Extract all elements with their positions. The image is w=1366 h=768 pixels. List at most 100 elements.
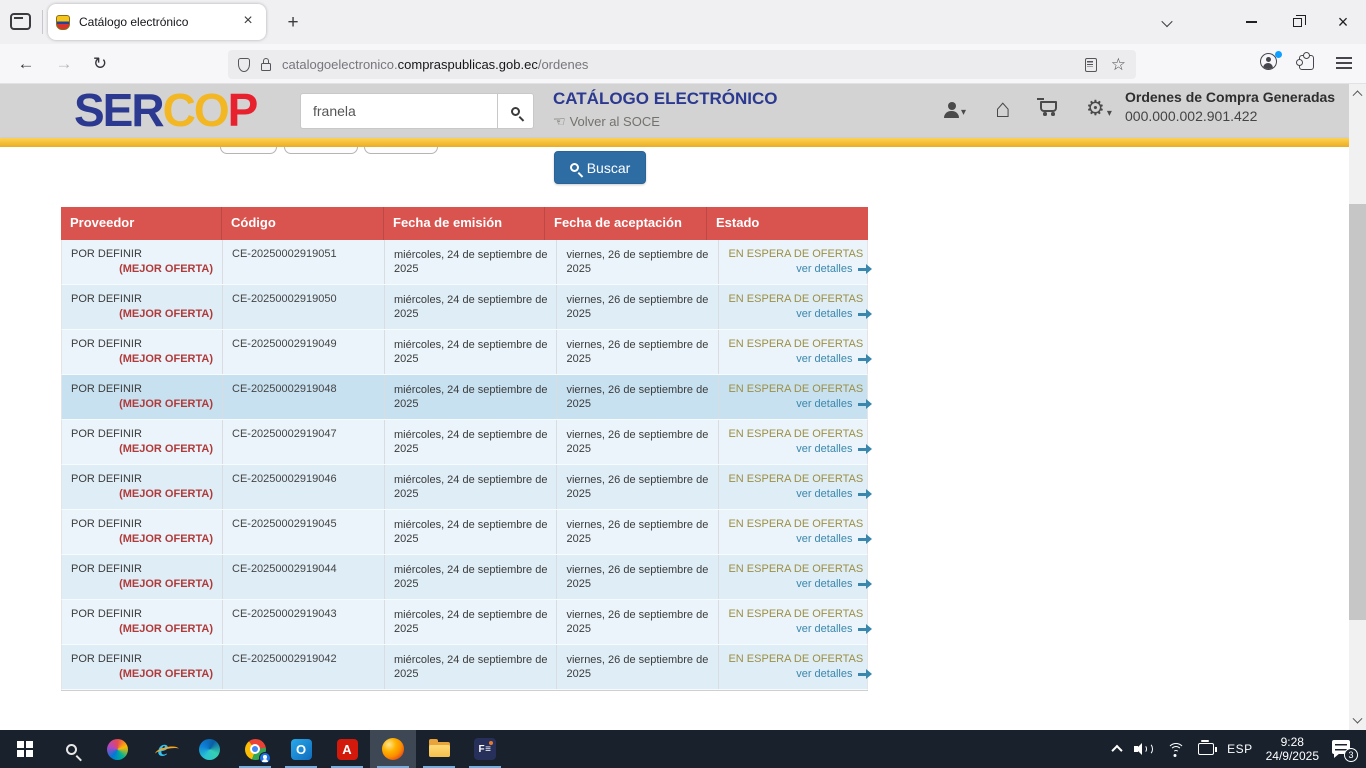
taskbar-edge-button[interactable] — [186, 730, 232, 768]
ver-detalles-link[interactable]: ver detalles — [796, 488, 871, 500]
provider-note: (MEJOR OFERTA) — [119, 623, 213, 635]
volver-al-soce-link[interactable]: ☜Volver al SOCE — [553, 113, 660, 130]
table-row[interactable]: POR DEFINIR(MEJOR OFERTA)CE-202500029190… — [61, 645, 868, 690]
reload-button[interactable]: ↻ — [86, 50, 114, 78]
table-row[interactable]: POR DEFINIR(MEJOR OFERTA)CE-202500029190… — [61, 510, 868, 555]
language-indicator[interactable]: ESP — [1227, 742, 1253, 756]
ver-detalles-link[interactable]: ver detalles — [796, 578, 871, 590]
provider-note: (MEJOR OFERTA) — [119, 578, 213, 590]
user-menu-button[interactable]: ▾ — [944, 102, 966, 118]
table-row[interactable]: POR DEFINIR(MEJOR OFERTA)CE-202500029190… — [61, 555, 868, 600]
volume-icon[interactable] — [1134, 742, 1154, 756]
close-button[interactable]: × — [1320, 0, 1366, 44]
display-connect-icon[interactable] — [1198, 743, 1214, 755]
cart-button[interactable] — [1040, 101, 1057, 117]
forward-button[interactable]: → — [50, 50, 78, 78]
clock[interactable]: 9:28 24/9/2025 — [1266, 735, 1319, 763]
catalog-search-input[interactable] — [300, 93, 497, 129]
ver-detalles-label: ver detalles — [796, 353, 852, 365]
list-all-tabs-button[interactable] — [1150, 10, 1184, 36]
restore-button[interactable] — [1274, 0, 1320, 44]
tab-catalogo-electronico[interactable]: Catálogo electrónico × — [48, 4, 266, 40]
account-button[interactable] — [1260, 53, 1280, 73]
table-row[interactable]: POR DEFINIR(MEJOR OFERTA)CE-202500029190… — [61, 375, 868, 420]
extensions-icon[interactable] — [1299, 55, 1314, 70]
provider-name: POR DEFINIR — [71, 338, 213, 350]
hand-pointer-icon: ☜ — [553, 113, 566, 129]
cutoff-button[interactable] — [364, 147, 438, 154]
ver-detalles-link[interactable]: ver detalles — [796, 263, 871, 275]
ver-detalles-link[interactable]: ver detalles — [796, 623, 871, 635]
wifi-icon[interactable] — [1167, 743, 1185, 756]
back-button[interactable]: ← — [12, 50, 40, 78]
vertical-scrollbar[interactable] — [1349, 84, 1366, 730]
emission-date-cell: miércoles, 24 de septiembre de 2025 — [385, 285, 557, 329]
provider-cell: POR DEFINIR(MEJOR OFERTA) — [62, 375, 223, 419]
arrow-right-icon — [858, 673, 866, 676]
provider-cell: POR DEFINIR(MEJOR OFERTA) — [62, 420, 223, 464]
file-explorer-icon — [429, 742, 450, 757]
reader-mode-icon[interactable] — [1085, 58, 1097, 72]
ver-detalles-link[interactable]: ver detalles — [796, 353, 871, 365]
taskbar-search-button[interactable] — [48, 730, 94, 768]
new-tab-button[interactable]: + — [280, 10, 306, 36]
bookmark-star-icon[interactable]: ☆ — [1111, 56, 1126, 73]
buscar-button[interactable]: Buscar — [554, 151, 646, 184]
order-code: CE-20250002919051 — [232, 248, 375, 260]
taskbar-acrobat-button[interactable]: A — [324, 730, 370, 768]
code-cell: CE-20250002919042 — [223, 645, 385, 689]
status-cell: EN ESPERA DE OFERTASver detalles — [719, 600, 880, 644]
firefox-view-icon[interactable] — [10, 13, 31, 30]
scroll-up-button[interactable] — [1349, 84, 1366, 101]
taskbar-start-button[interactable] — [2, 730, 48, 768]
provider-note: (MEJOR OFERTA) — [119, 488, 213, 500]
column-header-estado: Estado — [707, 207, 868, 240]
catalog-search-button[interactable] — [497, 93, 534, 129]
ver-detalles-link[interactable]: ver detalles — [796, 668, 871, 680]
notification-center-button[interactable]: 3 — [1332, 739, 1356, 759]
taskbar-firefox-button[interactable] — [370, 730, 416, 768]
ver-detalles-link[interactable]: ver detalles — [796, 533, 871, 545]
table-row[interactable]: POR DEFINIR(MEJOR OFERTA)CE-202500029190… — [61, 420, 868, 465]
column-header-fecha-aceptacion: Fecha de aceptación — [545, 207, 707, 240]
tracking-shield-icon[interactable] — [238, 58, 250, 72]
taskbar-file-explorer-button[interactable] — [416, 730, 462, 768]
cutoff-button[interactable] — [284, 147, 358, 154]
table-row[interactable]: POR DEFINIR(MEJOR OFERTA)CE-202500029190… — [61, 600, 868, 645]
orders-number: 000.000.002.901.422 — [1125, 108, 1340, 124]
table-row[interactable]: POR DEFINIR(MEJOR OFERTA)CE-202500029190… — [61, 465, 868, 510]
acceptance-date: viernes, 26 de septiembre de 2025 — [566, 338, 709, 366]
scroll-down-button[interactable] — [1349, 713, 1366, 730]
order-code: CE-20250002919049 — [232, 338, 375, 350]
menu-icon[interactable] — [1336, 57, 1352, 69]
ver-detalles-link[interactable]: ver detalles — [796, 398, 871, 410]
emission-date-cell: miércoles, 24 de septiembre de 2025 — [385, 600, 557, 644]
table-row[interactable]: POR DEFINIR(MEJOR OFERTA)CE-202500029190… — [61, 330, 868, 375]
taskbar-outlook-button[interactable]: O — [278, 730, 324, 768]
code-cell: CE-20250002919050 — [223, 285, 385, 329]
provider-name: POR DEFINIR — [71, 428, 213, 440]
url-text: catalogoelectronico.compraspublicas.gob.… — [282, 57, 1085, 72]
scrollbar-thumb[interactable] — [1349, 204, 1366, 620]
taskbar-copilot-button[interactable] — [94, 730, 140, 768]
table-row[interactable]: POR DEFINIR(MEJOR OFERTA)CE-202500029190… — [61, 240, 868, 285]
order-code: CE-20250002919042 — [232, 653, 375, 665]
emission-date: miércoles, 24 de septiembre de 2025 — [394, 518, 547, 546]
emission-date: miércoles, 24 de septiembre de 2025 — [394, 473, 547, 501]
ver-detalles-link[interactable]: ver detalles — [796, 443, 871, 455]
emission-date-cell: miércoles, 24 de septiembre de 2025 — [385, 240, 557, 284]
table-row[interactable]: POR DEFINIR(MEJOR OFERTA)CE-202500029190… — [61, 285, 868, 330]
taskbar-chrome-button[interactable] — [232, 730, 278, 768]
ver-detalles-link[interactable]: ver detalles — [796, 308, 871, 320]
settings-menu-button[interactable]: ⚙▾ — [1086, 99, 1112, 119]
sercop-logo[interactable]: SERCOP — [74, 83, 256, 137]
minimize-button[interactable] — [1228, 0, 1274, 44]
home-button[interactable]: ⌂ — [995, 97, 1011, 119]
tray-expand-chevron-up-icon[interactable] — [1111, 745, 1122, 756]
taskbar-fes-app-button[interactable]: F≡ — [462, 730, 508, 768]
cutoff-button[interactable] — [220, 147, 277, 154]
lock-icon[interactable] — [261, 63, 271, 71]
url-bar[interactable]: catalogoelectronico.compraspublicas.gob.… — [228, 50, 1136, 79]
tab-close-icon[interactable]: × — [238, 12, 258, 32]
taskbar-internet-explorer-button[interactable]: e — [140, 730, 186, 768]
